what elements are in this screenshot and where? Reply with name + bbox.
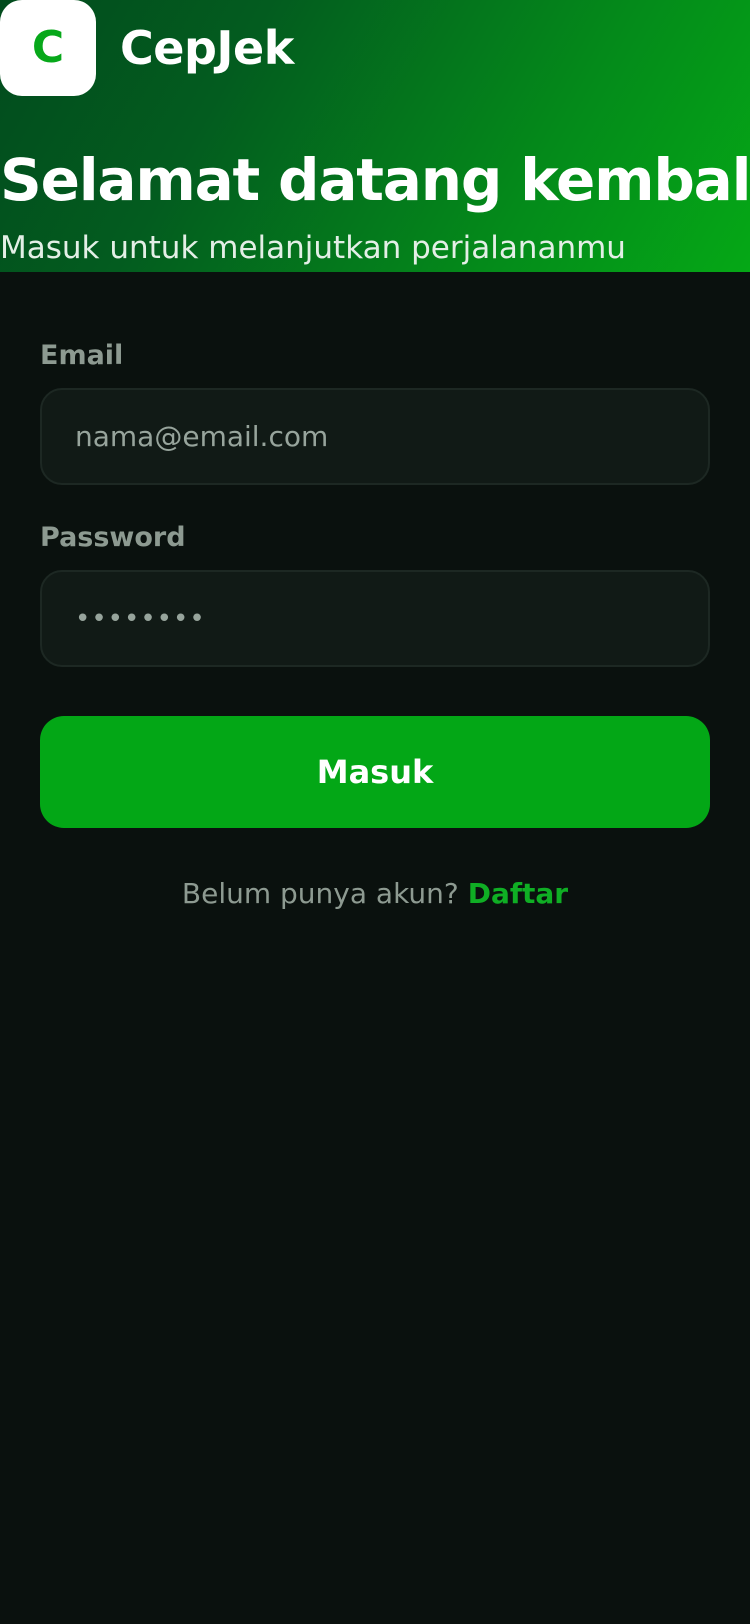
app-name: CepJek (120, 21, 294, 75)
page-title: Selamat datang kembali (0, 146, 750, 214)
logo-letter: C (31, 22, 65, 73)
page-subtitle: Masuk untuk melanjutkan perjalananmu (0, 230, 626, 266)
signup-prompt-text: Belum punya akun? (181, 877, 459, 910)
hero-header: C CepJek Selamat datang kembali Masuk un… (0, 0, 750, 272)
signup-prompt-row: Belum punya akun? Daftar (0, 874, 750, 914)
password-value: •••••••• (75, 603, 206, 634)
app-logo: C (0, 0, 96, 96)
email-field[interactable]: nama@email.com (40, 388, 710, 485)
password-field[interactable]: •••••••• (40, 570, 710, 667)
login-button[interactable]: Masuk (40, 716, 710, 828)
login-screen: C CepJek Selamat datang kembali Masuk un… (0, 0, 750, 1624)
email-label: Email (40, 340, 124, 371)
signup-link[interactable]: Daftar (468, 877, 568, 910)
password-label: Password (40, 522, 186, 553)
email-placeholder: nama@email.com (75, 419, 329, 453)
